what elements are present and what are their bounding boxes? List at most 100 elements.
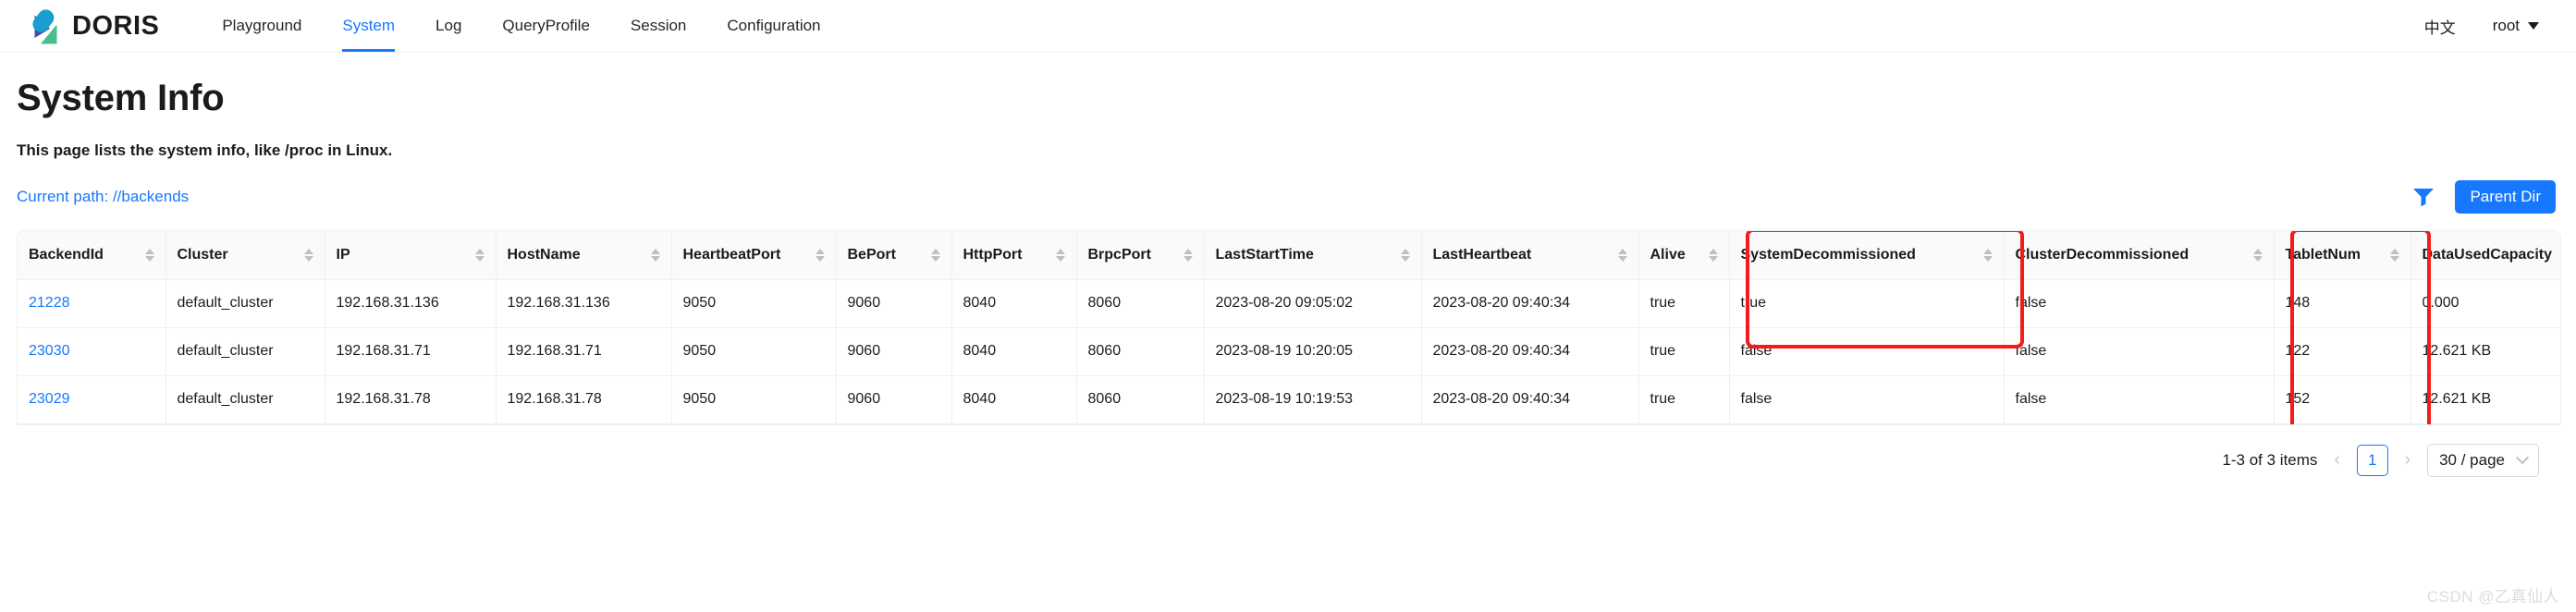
cell-backendid[interactable]: 23030 [18, 327, 166, 376]
th-datausedcapacity[interactable]: DataUsedCapacity [2410, 231, 2560, 280]
nav-item-queryprofile[interactable]: QueryProfile [482, 0, 609, 52]
cell-laststarttime: 2023-08-20 09:05:02 [1204, 279, 1422, 328]
sort-icon[interactable] [930, 248, 940, 262]
cell-alive: true [1638, 375, 1730, 424]
sort-icon[interactable] [1708, 248, 1718, 262]
cell-cluster: default_cluster [166, 375, 325, 424]
page-title: System Info [17, 78, 225, 118]
sort-icon[interactable] [1400, 248, 1410, 262]
cell-tabletnum: 122 [2274, 327, 2411, 376]
nav-item-label: QueryProfile [502, 17, 590, 34]
sort-icon[interactable] [650, 248, 660, 262]
cell-httpport: 8040 [951, 327, 1077, 376]
cell-heartbeatport: 9050 [671, 327, 837, 376]
cell-brpcport: 8060 [1076, 327, 1205, 376]
cell-clusterdecommissioned: false [2004, 375, 2275, 424]
th-backendid[interactable]: BackendId [18, 231, 166, 280]
th-laststarttime[interactable]: LastStartTime [1204, 231, 1422, 280]
language-switch[interactable]: 中文 [2424, 15, 2456, 38]
th-label: LastStartTime [1215, 246, 1314, 263]
cell-lastheartbeat: 2023-08-20 09:40:34 [1421, 375, 1639, 424]
table-row[interactable]: 23030 default_cluster 192.168.31.71 192.… [18, 327, 2560, 376]
th-label: HeartbeatPort [682, 246, 781, 263]
sort-icon[interactable] [474, 248, 485, 262]
chevron-down-icon [2515, 450, 2530, 464]
nav-item-configuration[interactable]: Configuration [706, 0, 840, 52]
chevron-right-icon[interactable]: › [2401, 450, 2414, 471]
cell-systemdecommissioned: false [1729, 375, 2005, 424]
cell-beport: 9060 [836, 375, 952, 424]
nav-item-session[interactable]: Session [610, 0, 706, 52]
cell-clusterdecommissioned: false [2004, 327, 2275, 376]
page-size-select[interactable]: 30 / page [2427, 443, 2539, 477]
backends-table: BackendId Cluster IP HostName HeartbeatP… [18, 231, 2560, 424]
nav-item-playground[interactable]: Playground [202, 0, 322, 52]
th-beport[interactable]: BePort [836, 231, 952, 280]
th-brpcport[interactable]: BrpcPort [1076, 231, 1205, 280]
cell-hostname: 192.168.31.78 [496, 375, 672, 424]
current-path-link[interactable]: Current path: //backends [17, 188, 189, 206]
cell-hostname: 192.168.31.71 [496, 327, 672, 376]
chevron-left-icon[interactable]: ‹ [2330, 450, 2343, 471]
table-header-row: BackendId Cluster IP HostName HeartbeatP… [18, 231, 2560, 280]
cell-beport: 9060 [836, 327, 952, 376]
th-heartbeatport[interactable]: HeartbeatPort [671, 231, 837, 280]
table-row[interactable]: 21228 default_cluster 192.168.31.136 192… [18, 279, 2560, 328]
cell-alive: true [1638, 279, 1730, 328]
th-tabletnum[interactable]: TabletNum [2274, 231, 2411, 280]
th-label: Alive [1650, 246, 1686, 263]
th-cluster[interactable]: Cluster [166, 231, 325, 280]
cell-ip: 192.168.31.71 [325, 327, 497, 376]
nav-item-system[interactable]: System [322, 0, 415, 52]
cell-systemdecommissioned: false [1729, 327, 2005, 376]
brand[interactable]: DORIS [17, 6, 159, 45]
th-label: DataUsedCapacity [2422, 246, 2553, 263]
cell-datausedcapacity: 0.000 [2410, 279, 2560, 328]
nav-item-log[interactable]: Log [415, 0, 482, 52]
user-menu[interactable]: root [2493, 17, 2539, 35]
cell-httpport: 8040 [951, 375, 1077, 424]
chevron-down-icon [2528, 22, 2539, 30]
cell-httpport: 8040 [951, 279, 1077, 328]
th-ip[interactable]: IP [325, 231, 497, 280]
filter-icon[interactable] [2412, 187, 2435, 207]
sort-icon[interactable] [303, 248, 313, 262]
th-label: HttpPort [963, 246, 1023, 263]
backends-table-container: BackendId Cluster IP HostName HeartbeatP… [17, 230, 2561, 425]
cell-heartbeatport: 9050 [671, 279, 837, 328]
cell-datausedcapacity: 12.621 KB [2410, 375, 2560, 424]
cell-lastheartbeat: 2023-08-20 09:40:34 [1421, 279, 1639, 328]
sort-icon[interactable] [1982, 248, 1993, 262]
cell-heartbeatport: 9050 [671, 375, 837, 424]
th-label: LastHeartbeat [1432, 246, 1532, 263]
sort-icon[interactable] [144, 248, 154, 262]
nav-item-label: Playground [222, 17, 302, 34]
pagination-page-1[interactable]: 1 [2356, 444, 2388, 476]
sort-icon[interactable] [1183, 248, 1193, 262]
sort-icon[interactable] [815, 248, 825, 262]
sort-icon[interactable] [2252, 248, 2263, 262]
table-row[interactable]: 23029 default_cluster 192.168.31.78 192.… [18, 375, 2560, 424]
th-label: IP [336, 246, 350, 263]
nav-right: 中文 root [2424, 15, 2539, 38]
page-description: This page lists the system info, like /p… [17, 141, 393, 159]
brand-name: DORIS [72, 10, 160, 41]
th-alive[interactable]: Alive [1638, 231, 1730, 280]
nav-item-label: Configuration [727, 17, 821, 34]
sort-icon[interactable] [1617, 248, 1627, 262]
cell-clusterdecommissioned: false [2004, 279, 2275, 328]
cell-backendid[interactable]: 21228 [18, 279, 166, 328]
cell-tabletnum: 152 [2274, 375, 2411, 424]
sort-icon[interactable] [2389, 248, 2399, 262]
th-lastheartbeat[interactable]: LastHeartbeat [1421, 231, 1639, 280]
nav-item-label: Session [630, 17, 687, 34]
th-hostname[interactable]: HostName [496, 231, 672, 280]
sort-icon[interactable] [1055, 248, 1065, 262]
pagination-total: 1-3 of 3 items [2222, 450, 2318, 469]
parent-dir-button[interactable]: Parent Dir [2455, 180, 2556, 214]
th-systemdecommissioned[interactable]: SystemDecommissioned [1729, 231, 2005, 280]
cell-laststarttime: 2023-08-19 10:20:05 [1204, 327, 1422, 376]
cell-backendid[interactable]: 23029 [18, 375, 166, 424]
th-httpport[interactable]: HttpPort [951, 231, 1077, 280]
th-clusterdecommissioned[interactable]: ClusterDecommissioned [2004, 231, 2275, 280]
